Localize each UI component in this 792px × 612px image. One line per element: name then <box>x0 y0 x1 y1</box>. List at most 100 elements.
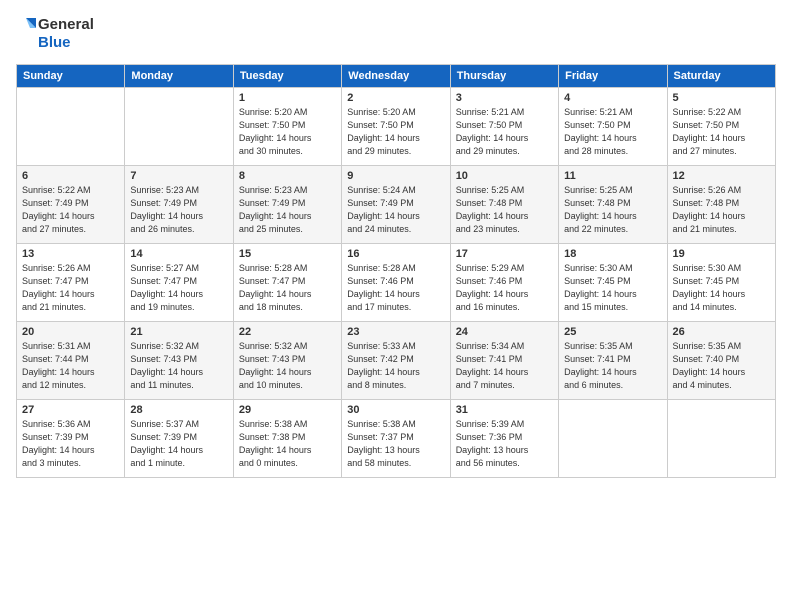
weekday-header: Tuesday <box>233 65 341 88</box>
calendar-cell: 24 Sunrise: 5:34 AM Sunset: 7:41 PM Dayli… <box>450 322 558 400</box>
calendar-cell <box>667 400 775 478</box>
calendar-cell: 28 Sunrise: 5:37 AM Sunset: 7:39 PM Dayli… <box>125 400 233 478</box>
calendar-cell: 21Sunrise: 5:32 AM Sunset: 7:43 PM Dayli… <box>125 322 233 400</box>
weekday-header: Sunday <box>17 65 125 88</box>
calendar-cell <box>125 88 233 166</box>
day-info: Sunrise: 5:32 AM Sunset: 7:43 PM Dayligh… <box>239 340 336 392</box>
calendar-cell: 19 Sunrise: 5:30 AM Sunset: 7:45 PM Dayli… <box>667 244 775 322</box>
day-number: 26 <box>673 326 770 338</box>
day-info: Sunrise: 5:22 AM Sunset: 7:49 PM Dayligh… <box>22 184 119 236</box>
day-number: 6 <box>22 170 119 182</box>
day-info: Sunrise: 5:20 AM Sunset: 7:50 PM Dayligh… <box>347 106 444 158</box>
day-info: Sunrise: 5:38 AM Sunset: 7:38 PM Dayligh… <box>239 418 336 470</box>
weekday-header: Saturday <box>667 65 775 88</box>
calendar-cell: 7Sunrise: 5:23 AM Sunset: 7:49 PM Daylig… <box>125 166 233 244</box>
calendar-cell: 10 Sunrise: 5:25 AM Sunset: 7:48 PM Dayli… <box>450 166 558 244</box>
calendar-cell: 13 Sunrise: 5:26 AM Sunset: 7:47 PM Dayli… <box>17 244 125 322</box>
day-info: Sunrise: 5:26 AM Sunset: 7:48 PM Dayligh… <box>673 184 770 236</box>
day-number: 8 <box>239 170 336 182</box>
day-info: Sunrise: 5:38 AM Sunset: 7:37 PM Dayligh… <box>347 418 444 470</box>
calendar-cell: 2 Sunrise: 5:20 AM Sunset: 7:50 PM Daylig… <box>342 88 450 166</box>
page: General Blue SundayMondayTuesdayWednesda… <box>0 0 792 612</box>
calendar-cell: 17Sunrise: 5:29 AM Sunset: 7:46 PM Dayli… <box>450 244 558 322</box>
day-info: Sunrise: 5:30 AM Sunset: 7:45 PM Dayligh… <box>673 262 770 314</box>
calendar-week-row: 1 Sunrise: 5:20 AM Sunset: 7:50 PM Daylig… <box>17 88 776 166</box>
day-number: 3 <box>456 92 553 104</box>
calendar-cell: 18 Sunrise: 5:30 AM Sunset: 7:45 PM Dayli… <box>559 244 667 322</box>
day-number: 13 <box>22 248 119 260</box>
day-info: Sunrise: 5:34 AM Sunset: 7:41 PM Dayligh… <box>456 340 553 392</box>
day-number: 24 <box>456 326 553 338</box>
day-number: 19 <box>673 248 770 260</box>
day-number: 22 <box>239 326 336 338</box>
calendar-cell: 30 Sunrise: 5:38 AM Sunset: 7:37 PM Dayli… <box>342 400 450 478</box>
calendar-cell: 3 Sunrise: 5:21 AM Sunset: 7:50 PM Daylig… <box>450 88 558 166</box>
calendar-cell: 5Sunrise: 5:22 AM Sunset: 7:50 PM Daylig… <box>667 88 775 166</box>
logo-general: General <box>38 16 94 34</box>
day-info: Sunrise: 5:21 AM Sunset: 7:50 PM Dayligh… <box>456 106 553 158</box>
day-number: 10 <box>456 170 553 182</box>
day-number: 4 <box>564 92 661 104</box>
day-info: Sunrise: 5:27 AM Sunset: 7:47 PM Dayligh… <box>130 262 227 314</box>
weekday-header: Monday <box>125 65 233 88</box>
calendar-cell: 25Sunrise: 5:35 AM Sunset: 7:41 PM Dayli… <box>559 322 667 400</box>
day-number: 11 <box>564 170 661 182</box>
calendar-week-row: 6 Sunrise: 5:22 AM Sunset: 7:49 PM Daylig… <box>17 166 776 244</box>
calendar-cell: 14 Sunrise: 5:27 AM Sunset: 7:47 PM Dayli… <box>125 244 233 322</box>
calendar-cell: 26 Sunrise: 5:35 AM Sunset: 7:40 PM Dayli… <box>667 322 775 400</box>
calendar-cell: 16 Sunrise: 5:28 AM Sunset: 7:46 PM Dayli… <box>342 244 450 322</box>
day-info: Sunrise: 5:25 AM Sunset: 7:48 PM Dayligh… <box>456 184 553 236</box>
logo-bird-icon <box>16 16 36 52</box>
day-info: Sunrise: 5:37 AM Sunset: 7:39 PM Dayligh… <box>130 418 227 470</box>
weekday-header: Friday <box>559 65 667 88</box>
day-info: Sunrise: 5:39 AM Sunset: 7:36 PM Dayligh… <box>456 418 553 470</box>
day-number: 30 <box>347 404 444 416</box>
day-number: 27 <box>22 404 119 416</box>
day-info: Sunrise: 5:20 AM Sunset: 7:50 PM Dayligh… <box>239 106 336 158</box>
header: General Blue <box>16 16 776 52</box>
calendar-cell: 11Sunrise: 5:25 AM Sunset: 7:48 PM Dayli… <box>559 166 667 244</box>
calendar-cell: 1 Sunrise: 5:20 AM Sunset: 7:50 PM Daylig… <box>233 88 341 166</box>
day-info: Sunrise: 5:22 AM Sunset: 7:50 PM Dayligh… <box>673 106 770 158</box>
day-number: 7 <box>130 170 227 182</box>
day-number: 16 <box>347 248 444 260</box>
calendar-week-row: 13 Sunrise: 5:26 AM Sunset: 7:47 PM Dayli… <box>17 244 776 322</box>
day-number: 29 <box>239 404 336 416</box>
day-info: Sunrise: 5:31 AM Sunset: 7:44 PM Dayligh… <box>22 340 119 392</box>
day-info: Sunrise: 5:29 AM Sunset: 7:46 PM Dayligh… <box>456 262 553 314</box>
calendar-cell: 23Sunrise: 5:33 AM Sunset: 7:42 PM Dayli… <box>342 322 450 400</box>
day-info: Sunrise: 5:26 AM Sunset: 7:47 PM Dayligh… <box>22 262 119 314</box>
day-number: 28 <box>130 404 227 416</box>
calendar-cell: 31 Sunrise: 5:39 AM Sunset: 7:36 PM Dayli… <box>450 400 558 478</box>
day-number: 9 <box>347 170 444 182</box>
day-number: 14 <box>130 248 227 260</box>
day-number: 1 <box>239 92 336 104</box>
day-number: 20 <box>22 326 119 338</box>
calendar-cell: 22 Sunrise: 5:32 AM Sunset: 7:43 PM Dayli… <box>233 322 341 400</box>
calendar-cell: 12Sunrise: 5:26 AM Sunset: 7:48 PM Dayli… <box>667 166 775 244</box>
calendar-cell <box>17 88 125 166</box>
calendar-cell: 15 Sunrise: 5:28 AM Sunset: 7:47 PM Dayli… <box>233 244 341 322</box>
day-info: Sunrise: 5:35 AM Sunset: 7:40 PM Dayligh… <box>673 340 770 392</box>
day-info: Sunrise: 5:30 AM Sunset: 7:45 PM Dayligh… <box>564 262 661 314</box>
day-info: Sunrise: 5:28 AM Sunset: 7:46 PM Dayligh… <box>347 262 444 314</box>
calendar-cell: 4 Sunrise: 5:21 AM Sunset: 7:50 PM Daylig… <box>559 88 667 166</box>
calendar-cell: 6 Sunrise: 5:22 AM Sunset: 7:49 PM Daylig… <box>17 166 125 244</box>
day-number: 2 <box>347 92 444 104</box>
day-number: 31 <box>456 404 553 416</box>
calendar-cell: 27 Sunrise: 5:36 AM Sunset: 7:39 PM Dayli… <box>17 400 125 478</box>
day-info: Sunrise: 5:21 AM Sunset: 7:50 PM Dayligh… <box>564 106 661 158</box>
calendar-header-row: SundayMondayTuesdayWednesdayThursdayFrid… <box>17 65 776 88</box>
day-info: Sunrise: 5:28 AM Sunset: 7:47 PM Dayligh… <box>239 262 336 314</box>
day-number: 15 <box>239 248 336 260</box>
calendar-cell: 8 Sunrise: 5:23 AM Sunset: 7:49 PM Daylig… <box>233 166 341 244</box>
day-number: 18 <box>564 248 661 260</box>
day-number: 23 <box>347 326 444 338</box>
calendar-week-row: 27 Sunrise: 5:36 AM Sunset: 7:39 PM Dayli… <box>17 400 776 478</box>
day-number: 21 <box>130 326 227 338</box>
weekday-header: Thursday <box>450 65 558 88</box>
calendar-table: SundayMondayTuesdayWednesdayThursdayFrid… <box>16 64 776 478</box>
day-info: Sunrise: 5:23 AM Sunset: 7:49 PM Dayligh… <box>239 184 336 236</box>
logo: General Blue <box>16 16 94 52</box>
day-info: Sunrise: 5:36 AM Sunset: 7:39 PM Dayligh… <box>22 418 119 470</box>
